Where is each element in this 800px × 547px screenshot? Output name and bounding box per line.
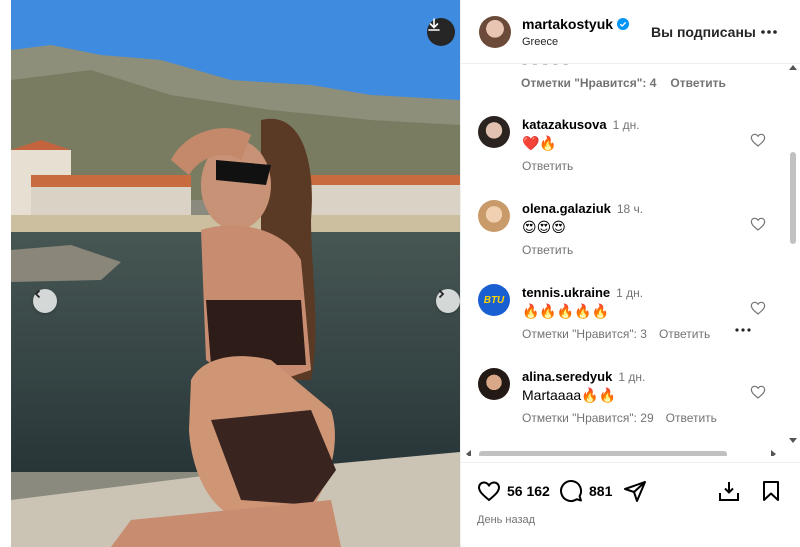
comment-more-icon[interactable]	[733, 324, 753, 336]
save-button[interactable]	[759, 479, 783, 503]
comment-button[interactable]: 881	[559, 479, 612, 503]
previous-slide-button[interactable]	[33, 289, 57, 313]
author-avatar[interactable]	[479, 16, 511, 48]
commenter-username[interactable]: olena.galaziuk	[522, 201, 611, 216]
comment-actions: Отметки "Нравится": 29 Ответить	[522, 411, 717, 425]
post-photo	[11, 0, 460, 547]
commenter-username[interactable]: tennis.ukraine	[522, 285, 610, 300]
scroll-down-arrow-icon[interactable]	[789, 436, 797, 444]
comments-list[interactable]: ○○○○○ Отметки "Нравится": 4 Ответить kat…	[461, 64, 800, 456]
following-button[interactable]: Вы подписаны	[651, 24, 756, 40]
comment-time[interactable]: 1 дн.	[618, 370, 645, 384]
comment-text: ❤️🔥	[522, 135, 557, 151]
chevron-left-icon	[34, 289, 41, 299]
comment-item: BTU tennis.ukraine 1 дн. 🔥🔥🔥🔥🔥 Отметки "…	[461, 284, 800, 368]
author-username[interactable]: martakostyuk	[522, 16, 613, 32]
save-to-collection-button[interactable]	[717, 479, 741, 503]
comment-item: katazakusova 1 дн. ❤️🔥 Ответить	[461, 116, 800, 200]
comment-header: katazakusova 1 дн.	[522, 117, 640, 132]
commenter-avatar[interactable]	[478, 368, 510, 400]
author-username-row: martakostyuk	[522, 16, 630, 32]
heart-icon	[477, 481, 501, 502]
post-header: martakostyuk Greece Вы подписаны	[461, 0, 800, 64]
reply-button[interactable]: Ответить	[659, 327, 710, 341]
comment-time[interactable]: 1 дн.	[613, 118, 640, 132]
download-icon	[428, 18, 440, 31]
comment-text: Martaaaa🔥🔥	[522, 387, 617, 403]
more-icon[interactable]	[759, 22, 779, 42]
post-location[interactable]: Greece	[522, 36, 558, 48]
partial-comment-text: ○○○○○	[521, 64, 572, 69]
comment-header: tennis.ukraine 1 дн.	[522, 285, 643, 300]
comment-text: 😍😍😍	[522, 219, 566, 235]
post-date: День назад	[477, 514, 536, 526]
vertical-scrollbar[interactable]	[787, 64, 799, 456]
reply-button[interactable]: Ответить	[670, 76, 725, 90]
reply-button[interactable]: Ответить	[522, 159, 573, 173]
photo-illustration	[11, 0, 460, 547]
scroll-left-arrow-icon[interactable]	[465, 450, 473, 456]
share-button[interactable]	[623, 479, 647, 503]
comments-count[interactable]: 881	[589, 483, 612, 499]
reply-button[interactable]: Ответить	[522, 243, 573, 257]
like-button[interactable]: 56 162	[477, 479, 550, 503]
comment-likes-count[interactable]: Отметки "Нравится": 29	[522, 411, 654, 425]
scroll-right-arrow-icon[interactable]	[769, 450, 777, 456]
comment-header: olena.galaziuk 18 ч.	[522, 201, 643, 216]
commenter-username[interactable]: katazakusova	[522, 117, 607, 132]
chevron-right-icon	[438, 289, 445, 299]
comment-like-heart-icon[interactable]	[750, 216, 766, 232]
comment-text: 🔥🔥🔥🔥🔥	[522, 303, 610, 319]
partial-comment-actions: Отметки "Нравится": 4 Ответить	[521, 76, 726, 90]
comment-likes-count[interactable]: Отметки "Нравится": 4	[521, 76, 656, 90]
share-icon	[624, 481, 646, 502]
comment-actions: Ответить	[522, 159, 573, 173]
save-icon	[763, 481, 779, 501]
commenter-avatar[interactable]	[478, 200, 510, 232]
comment-icon	[560, 480, 583, 502]
likes-count[interactable]: 56 162	[507, 483, 550, 499]
post-details-panel: martakostyuk Greece Вы подписаны ○○○○○ О…	[460, 0, 800, 547]
post-actions-bar: 56 162 881 День назад	[461, 462, 800, 547]
reply-button[interactable]: Ответить	[666, 411, 717, 425]
scroll-up-arrow-icon[interactable]	[789, 64, 797, 72]
verified-icon	[617, 18, 630, 30]
download-button[interactable]	[427, 18, 455, 46]
commenter-avatar[interactable]	[478, 116, 510, 148]
comment-actions: Ответить	[522, 243, 573, 257]
comment-item: alina.seredyuk 1 дн. Martaaaa🔥🔥 Отметки …	[461, 368, 800, 452]
horizontal-scroll-thumb[interactable]	[479, 451, 727, 456]
vertical-scroll-thumb[interactable]	[790, 152, 796, 244]
comment-like-heart-icon[interactable]	[750, 132, 766, 148]
comment-time[interactable]: 18 ч.	[617, 202, 643, 216]
download-tray-icon	[719, 482, 739, 501]
next-slide-button[interactable]	[436, 289, 460, 313]
commenter-username[interactable]: alina.seredyuk	[522, 369, 612, 384]
comment-actions: Отметки "Нравится": 3 Ответить	[522, 327, 710, 341]
horizontal-scrollbar[interactable]	[461, 448, 787, 456]
comment-like-heart-icon[interactable]	[750, 300, 766, 316]
comment-item: olena.galaziuk 18 ч. 😍😍😍 Ответить	[461, 200, 800, 284]
comment-time[interactable]: 1 дн.	[616, 286, 643, 300]
comment-likes-count[interactable]: Отметки "Нравится": 3	[522, 327, 647, 341]
brand-badge-text: BTU	[483, 294, 505, 306]
commenter-avatar[interactable]: BTU	[478, 284, 510, 316]
comment-header: alina.seredyuk 1 дн.	[522, 369, 645, 384]
comment-like-heart-icon[interactable]	[750, 384, 766, 400]
